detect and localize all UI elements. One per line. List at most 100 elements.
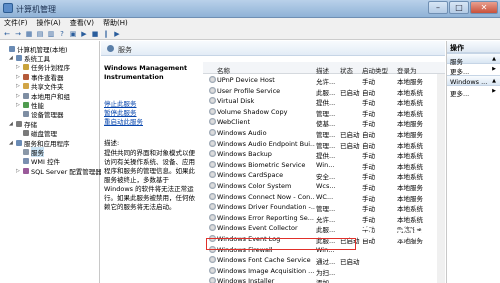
more-actions-link-2[interactable]: 更多... ▶ [447,86,500,98]
service-gear-icon [209,213,216,221]
stop-service-link[interactable]: 停止此服务 [104,100,198,109]
list-header: 名称 描述 状态 启动类型 登录为 [203,62,445,75]
pause-service-link[interactable]: 暂停此服务 [104,109,198,118]
tree-item[interactable]: ◢ 服务和应用程序 [9,138,70,148]
service-desc: 添加... [316,277,338,283]
service-row[interactable]: Windows CardSpace 安全... 手动 本地系统 [203,169,445,181]
service-row[interactable]: WebClient 使基... 手动 本地服务 [203,116,445,128]
actions-group-selected-service[interactable]: Windows ... ▲ [447,75,500,86]
tree-expander-icon[interactable]: ▷ [16,168,21,174]
tree-expander-icon[interactable]: ▷ [16,93,21,99]
service-name: Windows Installer [217,277,275,283]
window-title: 计算机管理 [16,5,56,14]
minimize-button[interactable]: – [428,1,448,14]
tree-expander-icon[interactable]: ◢ [9,121,14,127]
service-name: UPnP Device Host [217,76,275,84]
service-row[interactable]: Windows Audio Endpoint Bui... 管理... 已启动 自动本… [203,138,445,150]
tree-item[interactable]: ▷ 事件查看器 [16,72,64,82]
tree-item[interactable]: ▷ 任务计划程序 [16,63,70,72]
tree-expander-icon[interactable]: ▷ [16,102,21,108]
tree-item[interactable]: 磁盘管理 [16,129,57,138]
tree-item[interactable]: ▷ 本地用户和组 [16,91,70,101]
tree-node-icon [23,167,29,174]
properties-icon[interactable]: ▣ [69,30,77,38]
tree-node-icon [16,54,22,61]
service-name: Virtual Disk [217,97,255,106]
service-gear-icon [209,150,216,158]
maximize-button[interactable]: □ [449,1,469,14]
tree-node-icon [9,45,15,52]
stop-service-icon[interactable]: ■ [91,30,99,38]
pause-service-icon[interactable]: ‖ [102,30,110,38]
start-service-icon[interactable]: ▶ [80,30,88,38]
service-name: Windows Image Acquisition ... [217,266,315,275]
tree-expander-icon[interactable]: ◢ [9,140,14,146]
tree-expander-icon[interactable]: ▷ [16,74,21,80]
service-row[interactable]: User Profile Service 此服... 已启动 自动 本地系统 [203,85,445,97]
tree-expander-icon[interactable]: ◢ [9,55,14,61]
help-icon[interactable]: ? [58,30,66,38]
tree-item[interactable]: ▷ 性能 [16,100,44,110]
watermark-subtitle: 助你轻松解决 [365,247,420,257]
tree-item[interactable]: ▷ 共享文件夹 [16,82,64,91]
service-name: Volume Shadow Copy [217,107,288,116]
service-gear-icon [209,192,216,200]
tree-node-icon [16,139,22,146]
toolbar: ← → ▦ ▤ ▥ ? ▣ ▶ ■ ‖ ▶ [0,29,500,40]
export-icon[interactable]: ▥ [47,30,55,38]
back-icon[interactable]: ← [3,30,11,38]
service-name: Windows Font Cache Service [217,256,311,265]
tree-node-icon [23,92,29,99]
service-row[interactable]: Windows Biometric Service Win... 手动 本地系统 [203,159,445,171]
tree-item[interactable]: 设备管理器 [16,110,64,119]
tree-expander-icon[interactable]: ▷ [16,64,21,70]
service-gear-icon [209,171,216,179]
console-tree-icon[interactable]: ▦ [25,30,33,38]
close-button[interactable]: ✕ [470,1,498,14]
service-desc: WC... [316,192,334,201]
tree-item[interactable]: ◢ 存储 [9,119,37,129]
menu-help[interactable]: 帮助(H) [103,18,128,29]
list-view-icon[interactable]: ▤ [36,30,44,38]
menu-bar: 文件(F) 操作(A) 查看(V) 帮助(H) [0,18,500,29]
service-row[interactable]: UPnP Device Host 允许... 手动 本地服务 [203,74,445,86]
service-gear-icon [209,203,216,211]
service-gear-icon [209,139,216,147]
service-row[interactable]: Windows Connect Now - Con... WC... 手动 本地服务 [203,191,445,203]
tree-node-icon [23,101,29,108]
menu-view[interactable]: 查看(V) [70,18,94,29]
restart-service-link[interactable]: 重启动此服务 [104,118,198,127]
actions-group-services[interactable]: 服务 ▲ [447,53,500,66]
tree-item[interactable]: ▷ SQL Server 配置管理器 [16,166,102,176]
service-row[interactable]: Virtual Disk 提供... 手动 本地系统 [203,95,445,107]
service-name: Windows Audio Endpoint Bui... [217,139,315,148]
service-description-panel: Windows Management Instrumentation 停止此服务… [101,56,201,283]
restart-service-icon[interactable]: ▶ [113,30,121,38]
service-row[interactable]: Volume Shadow Copy 管理... 手动 本地系统 [203,106,445,118]
tree-item-label: SQL Server 配置管理器 [31,167,102,176]
more-actions-link-1[interactable]: 更多... ▶ [447,64,500,76]
actions-header: 操作 [447,41,500,53]
submenu-arrow-icon: ▶ [492,88,496,94]
tree-item[interactable]: 服务 [16,146,44,157]
computer-management-icon [3,3,13,13]
selected-service-name: Windows Management Instrumentation [104,64,188,81]
service-row[interactable]: Windows Backup 提供... 手动 本地系统 [203,148,445,160]
windows-firewall-highlight [206,238,356,250]
menu-action[interactable]: 操作(A) [37,18,61,29]
service-row[interactable]: Windows Audio 管理... 已启动 自动 本地服务 [203,127,445,139]
tree-item[interactable]: 计算机管理(本地) [2,44,68,54]
tree-item[interactable]: ◢ 系统工具 [9,53,50,63]
service-row[interactable]: Windows Color System Wcs... 手动 本地服务 [203,180,445,192]
collapse-arrow-icon[interactable]: ▲ [492,78,496,84]
service-row[interactable]: Windows Installer 添加... [203,275,445,283]
tree-expander-icon[interactable]: ▷ [16,83,21,89]
service-name: Windows Connect Now - Con... [217,192,315,201]
tree-item[interactable]: WMI 控件 [16,157,60,166]
menu-file[interactable]: 文件(F) [4,18,28,29]
service-gear-icon [209,118,216,126]
tree-node-icon [23,64,29,71]
forward-icon[interactable]: → [14,30,22,38]
submenu-arrow-icon: ▶ [492,66,496,72]
collapse-arrow-icon[interactable]: ▲ [492,56,496,62]
